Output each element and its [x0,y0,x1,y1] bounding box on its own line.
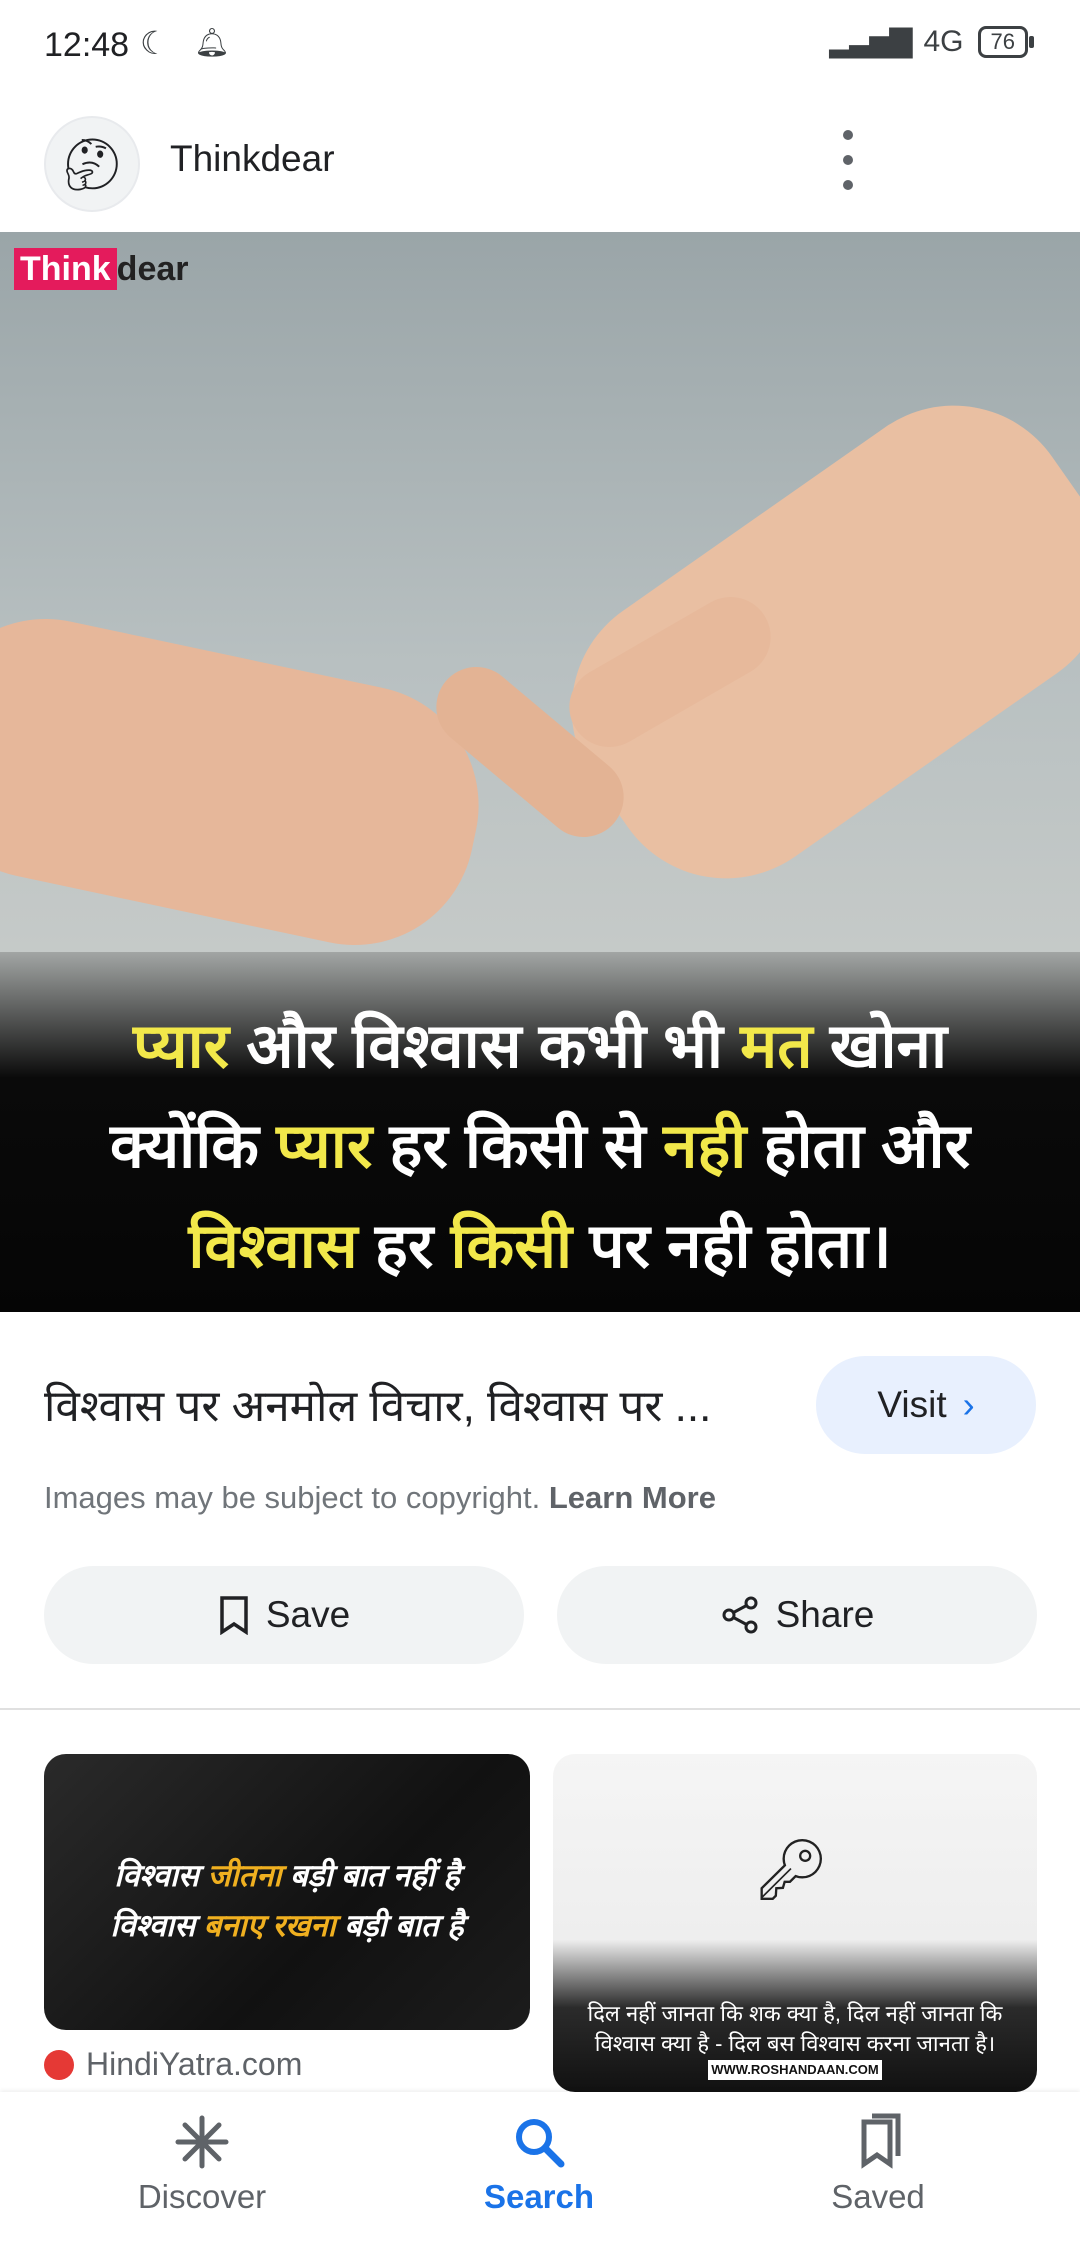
share-button[interactable]: Share [557,1566,1037,1664]
status-bar: 12:48 ☾ 🔔︎ ▂▃▅▇ 4G 76 [0,0,1080,95]
more-options-icon[interactable] [830,130,866,190]
quote-line-3: विश्वास हर किसी पर नही होता। [188,1212,892,1281]
thinkdear-logo: Think dear [14,248,189,290]
network-type: 4G [923,24,964,58]
copyright-notice: Images may be subject to copyright. Lear… [44,1480,716,1516]
quote-line-2: क्योंकि प्यार हर किसी से नही होता और [110,1112,970,1181]
bell-icon: 🔔︎ [194,27,230,58]
hand-left [0,596,501,968]
thinking-face-icon: 🤔︎ [60,135,124,192]
search-icon [516,2119,565,2168]
share-label: Share [775,1594,875,1635]
site-name[interactable]: Thinkdear [170,138,335,180]
related-source-1[interactable]: HindiYatra.com [44,2046,302,2083]
learn-more-link[interactable]: Learn More [549,1480,716,1515]
card1-line-2: विश्वास बनाए रखना बड़ी बात है [110,1908,464,1943]
site-avatar[interactable]: 🤔︎ [44,116,140,212]
bookmarks-icon [861,2113,901,2169]
visit-label: Visit [877,1384,947,1425]
divider [0,1708,1080,1710]
nav-saved-label: Saved [831,2178,925,2215]
card2-line-1: दिल नहीं जानता कि शक क्या है, दिल नहीं ज… [587,2001,1003,2026]
quote-line-1: प्यार और विश्वास कभी भी मत खोना [132,1012,948,1081]
related-image-1[interactable]: विश्वास जीतना बड़ी बात नहीं है विश्वास ब… [44,1754,530,2030]
result-title[interactable]: विश्वास पर अनमोल विचार, विश्वास पर ... [44,1374,784,1434]
related-image-2[interactable]: 🔑︎ दिल नहीं जानता कि शक क्या है, दिल नही… [553,1754,1037,2092]
asterisk-icon [175,2115,229,2169]
nav-saved[interactable]: Saved [758,2112,998,2216]
card2-line-2: विश्वास क्या है - दिल बस विश्वास करना जा… [594,2031,996,2056]
nav-search[interactable]: Search [419,2112,659,2216]
signal-icon: ▂▃▅▇ [829,25,912,58]
card2-url: WWW.ROSHANDAAN.COM [708,2060,882,2080]
moon-icon: ☾ [140,25,169,61]
chevron-right-icon: › [962,1384,975,1425]
nav-discover[interactable]: Discover [82,2112,322,2216]
share-icon [722,1596,758,1634]
main-image[interactable]: Think dear प्यार और विश्वास कभी भी मत खोन… [0,232,1080,1312]
nav-discover-label: Discover [137,2178,267,2215]
copyright-text: Images may be subject to copyright. [44,1480,541,1515]
nav-search-label: Search [483,2178,595,2215]
source-name: HindiYatra.com [86,2046,303,2082]
card1-line-1: विश्वास जीतना बड़ी बात नहीं है [114,1858,460,1893]
save-label: Save [265,1594,351,1635]
keys-icon: 🔑︎ [753,1836,830,1903]
battery-icon: 76 [977,25,1035,58]
status-time: 12:48 [44,26,130,64]
battery-level: 76 [990,28,1015,54]
save-button[interactable]: Save [44,1566,524,1664]
status-icons: ▂▃▅▇ 4G 76 [829,24,1035,59]
site-favicon-icon [44,2049,74,2080]
bookmark-icon [220,1596,248,1635]
visit-button[interactable]: Visit › [816,1356,1036,1454]
hand-right [524,358,1080,926]
